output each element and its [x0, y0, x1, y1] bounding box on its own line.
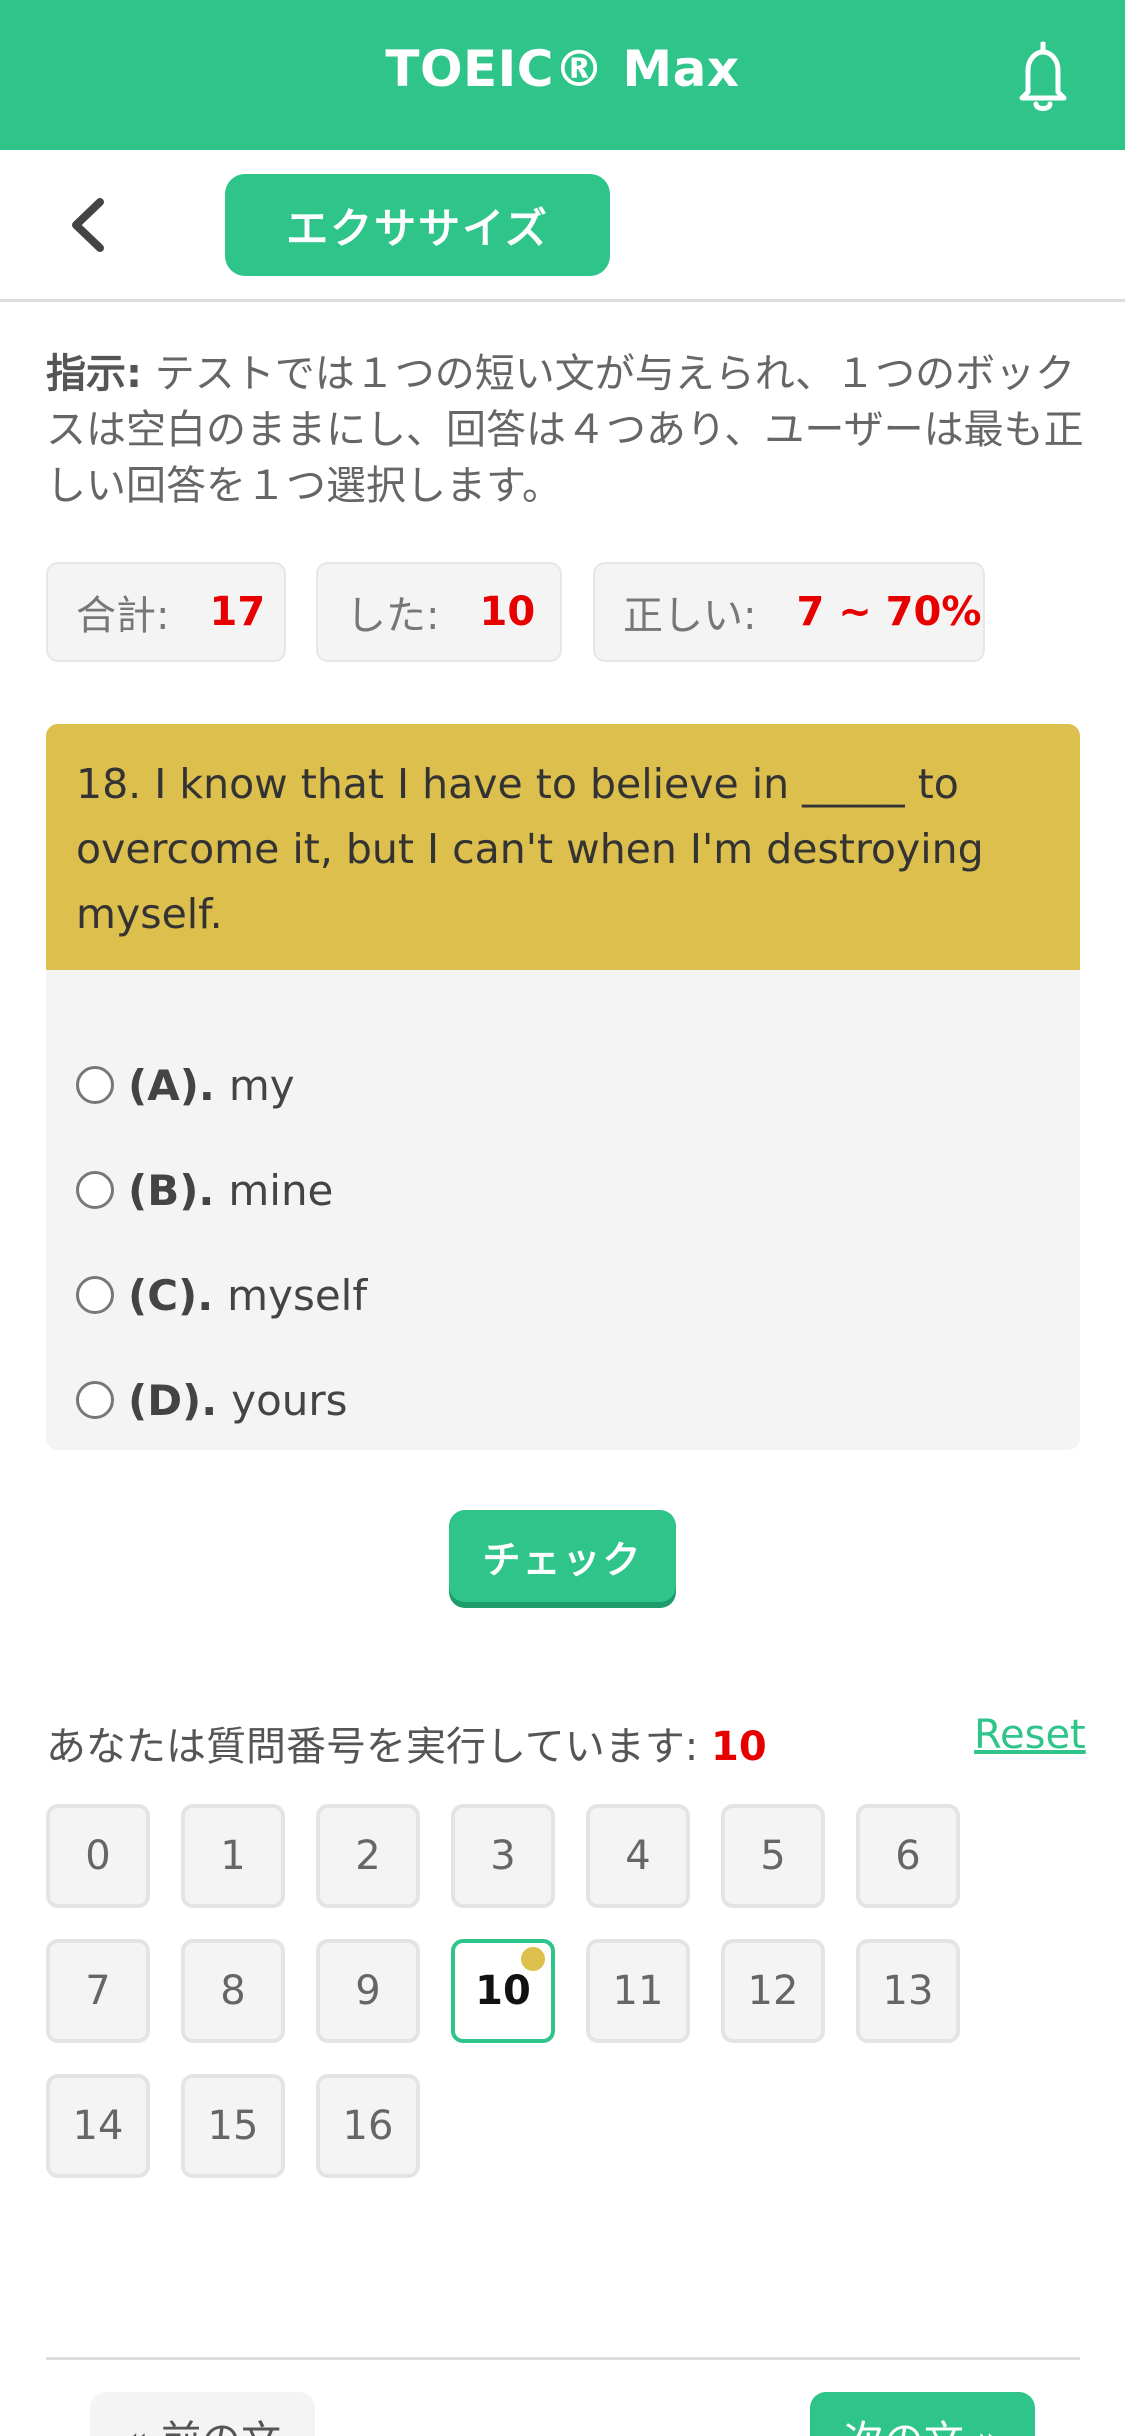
option-c[interactable]: (C). myself: [76, 1260, 367, 1330]
question-number-button[interactable]: 2: [316, 1804, 420, 1908]
question-number-button[interactable]: 9: [316, 1939, 420, 2043]
option-text: yours: [231, 1375, 348, 1425]
answer-options: (A). my (B). mine (C). myself (D). yours: [46, 970, 1080, 1450]
option-label: (D).: [128, 1375, 218, 1425]
question-number-button[interactable]: 13: [856, 1939, 960, 2043]
question-number-button[interactable]: 7: [46, 1939, 150, 2043]
stat-done-value: 10: [479, 589, 536, 635]
tab-exercise[interactable]: エクササイズ: [225, 174, 610, 276]
instructions-label: 指示:: [46, 351, 142, 397]
option-label: (B).: [128, 1165, 215, 1215]
stat-done-label: した:: [346, 593, 440, 639]
bell-icon[interactable]: [1008, 38, 1078, 114]
top-bar: TOEIC® Max: [0, 0, 1125, 150]
option-label: (C).: [128, 1270, 214, 1320]
stat-total-value: 17: [209, 589, 266, 635]
divider: [46, 2357, 1080, 2360]
stat-correct-label: 正しい:: [623, 593, 757, 639]
question-number-button[interactable]: 11: [586, 1939, 690, 2043]
question-number-button[interactable]: 4: [586, 1804, 690, 1908]
question-number-button[interactable]: 3: [451, 1804, 555, 1908]
option-text: mine: [228, 1165, 334, 1215]
radio-button[interactable]: [76, 1276, 114, 1314]
radio-button[interactable]: [76, 1066, 114, 1104]
stat-done: した: 10: [316, 562, 562, 662]
current-indicator-dot: [521, 1947, 545, 1971]
question-number-button[interactable]: 0: [46, 1804, 150, 1908]
radio-button[interactable]: [76, 1171, 114, 1209]
previous-sentence-button[interactable]: « 前の文: [90, 2392, 315, 2436]
question-number-button[interactable]: 5: [721, 1804, 825, 1908]
question-number-button[interactable]: 1: [181, 1804, 285, 1908]
question-number-button[interactable]: 15: [181, 2074, 285, 2178]
check-button[interactable]: チェック: [449, 1510, 676, 1602]
option-text: my: [228, 1060, 295, 1110]
question-number-button[interactable]: 14: [46, 2074, 150, 2178]
running-label: あなたは質問番号を実行しています:: [46, 1724, 699, 1770]
option-text: myself: [227, 1270, 368, 1320]
app-title: TOEIC® Max: [385, 40, 740, 98]
running-question: あなたは質問番号を実行しています: 10: [46, 1714, 767, 1772]
instructions-text: テストでは１つの短い文が与えられ、１つのボックスは空白のままにし、回答は４つあり…: [46, 351, 1084, 509]
chevron-left-icon[interactable]: [60, 190, 120, 260]
question-number-button[interactable]: 16: [316, 2074, 420, 2178]
question-number-button[interactable]: 12: [721, 1939, 825, 2043]
radio-button[interactable]: [76, 1381, 114, 1419]
question-number-label: 10: [475, 1968, 531, 2014]
reset-link[interactable]: Reset: [974, 1712, 1086, 1758]
question-number-button[interactable]: 8: [181, 1939, 285, 2043]
sub-bar: エクササイズ: [0, 150, 1125, 302]
instructions: 指示: テストでは１つの短い文が与えられ、１つのボックスは空白のままにし、回答は…: [46, 346, 1086, 514]
stat-total-label: 合計:: [76, 593, 170, 639]
question-number-button[interactable]: 6: [856, 1804, 960, 1908]
option-d[interactable]: (D). yours: [76, 1365, 348, 1435]
current-question-number: 10: [711, 1724, 767, 1770]
question-text: 18. I know that I have to believe in ___…: [46, 724, 1080, 970]
option-label: (A).: [128, 1060, 215, 1110]
option-a[interactable]: (A). my: [76, 1050, 295, 1120]
stat-correct: 正しい: 7 ~ 70%: [593, 562, 985, 662]
option-b[interactable]: (B). mine: [76, 1155, 333, 1225]
next-sentence-button[interactable]: 次の文 »: [810, 2392, 1035, 2436]
question-number-button-active[interactable]: 10: [451, 1939, 555, 2043]
stat-total: 合計: 17: [46, 562, 286, 662]
stat-correct-value: 7 ~ 70%: [796, 589, 982, 635]
